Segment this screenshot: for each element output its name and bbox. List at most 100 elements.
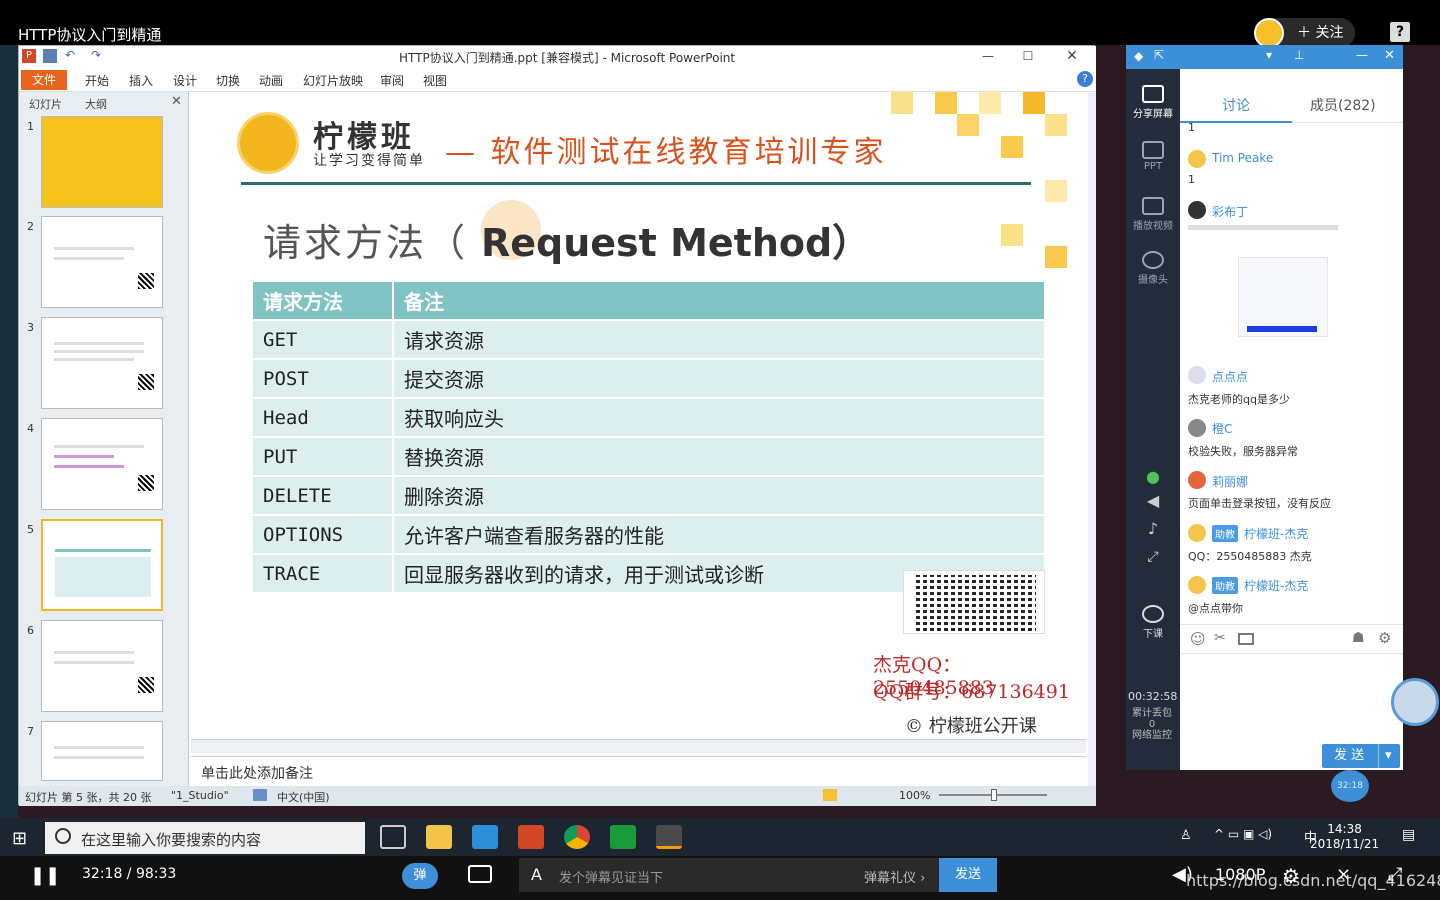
play-video-button[interactable]: 播放视频 xyxy=(1126,197,1180,232)
slide-thumb-4[interactable] xyxy=(41,418,163,510)
music-icon[interactable]: ♪ xyxy=(1126,519,1180,538)
pause-icon[interactable]: ❚❚ xyxy=(30,865,60,886)
send-options-chevron-icon[interactable]: ▾ xyxy=(1378,744,1392,768)
current-slide[interactable]: 柠檬班 让学习变得简单 — 软件测试在线教育培训专家 请求方法（ Request… xyxy=(191,92,1081,752)
emoji-icon[interactable]: ☺ xyxy=(1190,630,1206,648)
menu-insert[interactable]: 插入 xyxy=(129,72,153,89)
sublime-icon[interactable] xyxy=(656,825,682,849)
floating-timer-badge[interactable]: 32:18 xyxy=(1331,770,1369,802)
powerpoint-taskbar-icon[interactable] xyxy=(518,825,544,849)
chat-username[interactable]: 点点点 xyxy=(1212,368,1248,385)
danmu-etiquette-link[interactable]: 弹幕礼仪 › xyxy=(864,867,925,886)
ppt-button[interactable]: PPT xyxy=(1126,141,1180,172)
danmu-send-button[interactable]: 发送 xyxy=(939,858,997,892)
menu-animations[interactable]: 动画 xyxy=(259,72,283,89)
spellcheck-icon[interactable] xyxy=(253,789,267,801)
fullscreen-icon[interactable]: ⤢ xyxy=(1388,864,1402,885)
notes-pane[interactable]: 单击此处添加备注 xyxy=(191,756,1086,784)
danmu-settings-icon[interactable] xyxy=(468,865,492,883)
menu-transitions[interactable]: 切换 xyxy=(216,72,240,89)
streamer-avatar[interactable] xyxy=(1254,18,1284,48)
taskbar-search[interactable]: 在这里输入你要搜索的内容 xyxy=(45,822,365,854)
taskbar-clock[interactable]: 14:38 2018/11/21 xyxy=(1310,822,1379,852)
user-avatar xyxy=(1188,576,1206,594)
danmu-off-icon[interactable]: ⨯ xyxy=(1336,864,1351,885)
slide-thumb-6[interactable] xyxy=(41,620,163,712)
close-icon[interactable]: ✕ xyxy=(1384,48,1395,63)
end-class-label: 下课 xyxy=(1143,629,1163,640)
tab-members[interactable]: 成员(282) xyxy=(1310,95,1376,115)
normal-view-icon[interactable] xyxy=(823,789,837,801)
vertical-scrollbar[interactable] xyxy=(1088,92,1096,786)
share-icon[interactable]: ⇱ xyxy=(1154,48,1164,62)
menu-design[interactable]: 设计 xyxy=(173,72,197,89)
camera-button[interactable]: 摄像头 xyxy=(1126,251,1180,286)
app-green-icon[interactable] xyxy=(610,825,636,849)
chat-username[interactable]: 柠檬班-杰克 xyxy=(1244,525,1308,542)
minimize-icon[interactable]: — xyxy=(1356,48,1368,62)
menu-home[interactable]: 开始 xyxy=(85,72,109,89)
close-panel-icon[interactable]: ✕ xyxy=(171,94,182,109)
quality-selector[interactable]: 1080P xyxy=(1215,865,1265,884)
chat-image[interactable] xyxy=(1238,257,1328,337)
microphone-icon[interactable]: ● xyxy=(1126,467,1180,486)
scissors-icon[interactable]: ✂ xyxy=(1214,630,1226,646)
save-icon[interactable] xyxy=(43,49,57,63)
thumb-number: 3 xyxy=(27,321,34,334)
settings-gear-icon[interactable]: ⚙ xyxy=(1282,864,1300,888)
tab-outline[interactable]: 大纲 xyxy=(85,96,107,112)
file-explorer-icon[interactable] xyxy=(426,825,452,849)
slide-thumb-5-selected[interactable] xyxy=(41,519,163,611)
users-icon[interactable]: ☗ xyxy=(1352,630,1365,646)
slide-thumb-7[interactable] xyxy=(41,721,163,781)
person-icon[interactable]: ♙ xyxy=(1180,828,1192,843)
note-cell: 获取响应头 xyxy=(393,397,1046,437)
chat-username[interactable]: 橙C xyxy=(1212,420,1232,437)
pin-icon[interactable]: ◆ xyxy=(1134,49,1143,63)
fullscreen-icon[interactable]: ⤢ xyxy=(1126,549,1180,565)
end-class-button[interactable]: 下课 xyxy=(1126,605,1180,640)
tray-icons[interactable]: ^ ▭ ▣ ◁) xyxy=(1214,827,1272,841)
menu-slideshow[interactable]: 幻灯片放映 xyxy=(303,72,363,89)
pin-window-icon[interactable]: ⊥ xyxy=(1294,48,1304,62)
task-view-icon[interactable] xyxy=(380,825,406,849)
maximize-icon[interactable]: ☐ xyxy=(1009,46,1047,68)
menu-view[interactable]: 视图 xyxy=(423,72,447,89)
menu-review[interactable]: 审阅 xyxy=(380,72,404,89)
undo-icon[interactable]: ↶ xyxy=(65,48,75,62)
slide-thumbnails-panel: 幻灯片 大纲 ✕ 1 2 3 4 5 6 7 xyxy=(19,92,189,786)
volume-icon[interactable]: ◀ xyxy=(1126,491,1180,510)
minimize-icon[interactable]: — xyxy=(969,46,1007,68)
chrome-icon[interactable] xyxy=(564,825,590,849)
windows-start-icon[interactable]: ⊞ xyxy=(12,828,27,849)
tab-slides[interactable]: 幻灯片 xyxy=(29,96,62,112)
send-button[interactable]: 发 送 ▾ xyxy=(1322,744,1400,768)
slide-thumb-3[interactable] xyxy=(41,317,163,409)
chat-input[interactable] xyxy=(1180,654,1403,744)
text-style-icon[interactable]: A xyxy=(531,865,542,884)
horizontal-scrollbar[interactable] xyxy=(191,739,1086,753)
danmu-toggle[interactable]: 弹 xyxy=(402,863,438,889)
slide-thumb-2[interactable] xyxy=(41,216,163,308)
redo-icon[interactable]: ↷ xyxy=(91,48,101,62)
tool-label: 播放视频 xyxy=(1133,221,1173,232)
chat-username[interactable]: 柠檬班-杰克 xyxy=(1244,577,1308,594)
notification-icon[interactable]: ▤ xyxy=(1402,827,1415,843)
image-icon[interactable] xyxy=(1238,633,1254,645)
close-icon[interactable]: ✕ xyxy=(1053,46,1091,68)
gear-icon[interactable]: ⚙ xyxy=(1378,629,1391,647)
chat-username[interactable]: 莉丽娜 xyxy=(1212,473,1248,490)
floating-assistant-avatar[interactable] xyxy=(1391,678,1439,726)
slide-thumb-1[interactable] xyxy=(41,116,163,208)
share-screen-button[interactable]: 分享屏幕 xyxy=(1126,85,1180,120)
zoom-slider-thumb[interactable] xyxy=(991,789,997,801)
help-icon[interactable]: ? xyxy=(1390,22,1410,42)
help-circle-icon[interactable]: ? xyxy=(1077,71,1093,87)
chat-username[interactable]: Tim Peake xyxy=(1212,151,1273,165)
chevron-down-icon[interactable]: ▾ xyxy=(1266,48,1272,62)
chat-username[interactable]: 彩布丁 xyxy=(1212,203,1248,220)
menu-file[interactable]: 文件 xyxy=(21,70,67,90)
tab-discussion[interactable]: 讨论 xyxy=(1222,95,1250,115)
app-icon[interactable] xyxy=(472,825,498,849)
thumb-number: 7 xyxy=(27,725,34,738)
